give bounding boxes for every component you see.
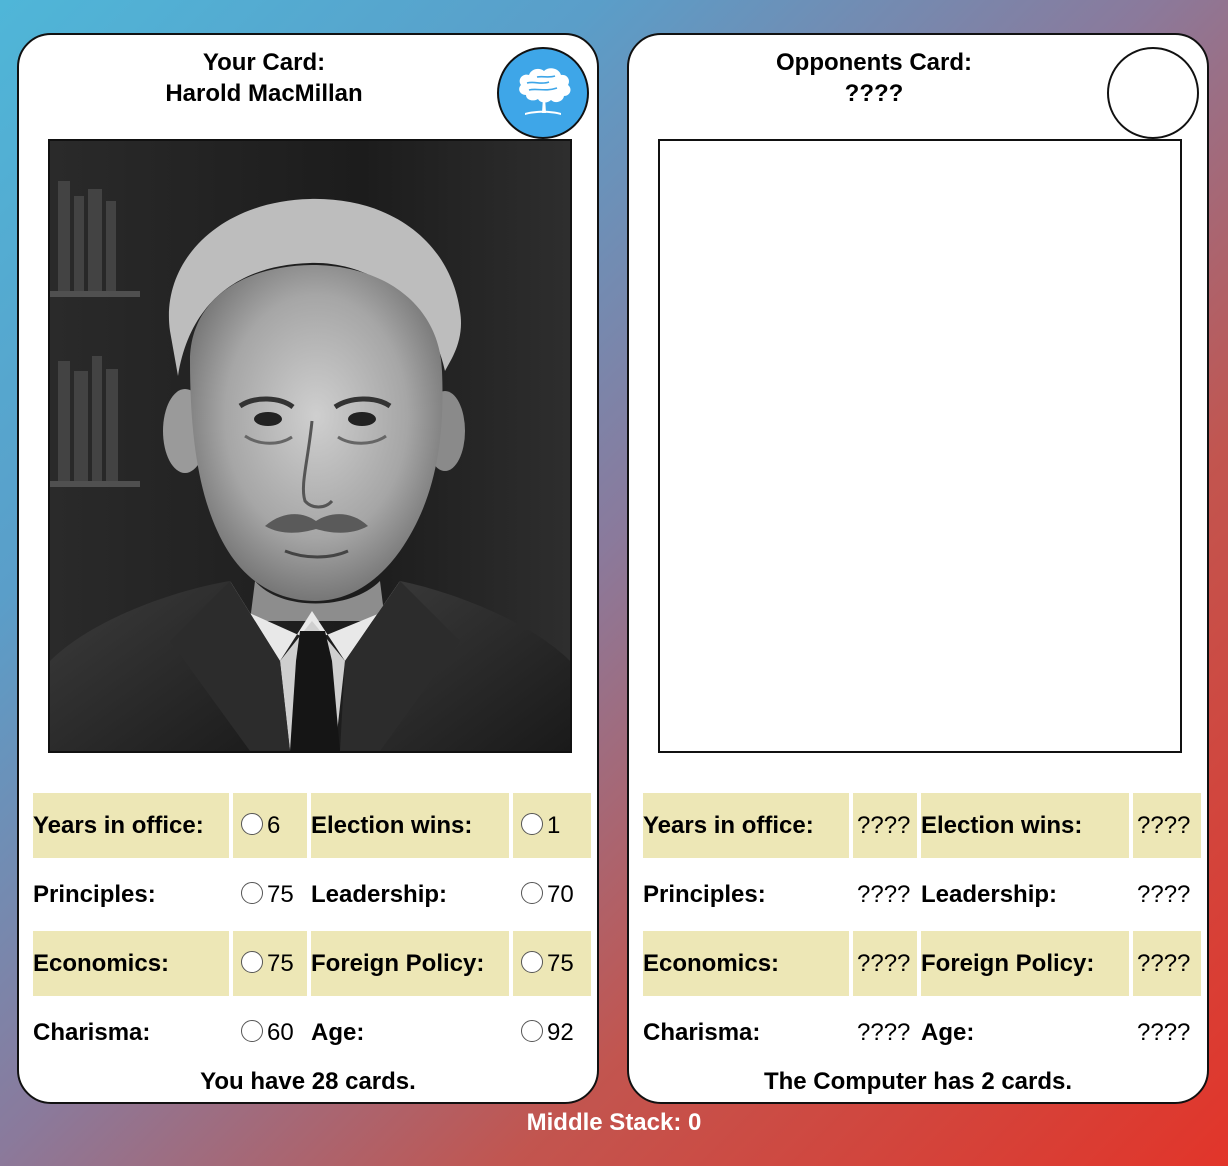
stat-value: ????: [1137, 880, 1191, 908]
opponent-stats-table: Years in office: ???? Election wins: ???…: [639, 789, 1205, 1069]
radio-button[interactable]: [521, 812, 543, 835]
stat-value: 75: [267, 880, 294, 908]
stat-value: ????: [853, 931, 917, 996]
stat-option-age[interactable]: 92: [513, 1000, 591, 1065]
middle-stack-count: Middle Stack: 0: [526, 1109, 702, 1136]
stat-value: ????: [857, 1018, 911, 1046]
radio-button[interactable]: [521, 1019, 543, 1042]
stat-label: Economics:: [33, 931, 229, 996]
stat-value: ????: [1133, 793, 1201, 858]
stat-row: Charisma: ???? Age: ????: [643, 1000, 1201, 1065]
player-card-name: Harold MacMillan: [165, 80, 363, 107]
stat-value: ????: [857, 880, 911, 908]
stat-option-economics[interactable]: 75: [233, 931, 307, 996]
stat-value: ????: [1133, 931, 1201, 996]
stat-option-foreign-policy[interactable]: 75: [513, 931, 591, 996]
opponent-card-title: Opponents Card: ????: [629, 47, 1119, 109]
stat-row: Years in office: ???? Election wins: ???…: [643, 793, 1201, 858]
stat-label: Leadership:: [311, 880, 448, 908]
stat-label: Years in office:: [33, 793, 229, 858]
player-card-heading: Your Card:: [202, 49, 326, 76]
stat-value: 70: [547, 880, 574, 908]
player-card: Your Card: Harold MacMillan Years in off…: [17, 33, 599, 1104]
radio-button[interactable]: [241, 950, 263, 973]
stat-option-leadership[interactable]: 70: [513, 862, 591, 927]
stat-label: Election wins:: [921, 793, 1129, 858]
stat-row: Principles: 75 Leadership: 70: [33, 862, 591, 927]
stat-label: Years in office:: [643, 793, 849, 858]
radio-button[interactable]: [521, 881, 543, 904]
player-card-title: Your Card: Harold MacMillan: [19, 47, 509, 109]
stat-option-election-wins[interactable]: 1: [513, 793, 591, 858]
opponent-party-badge: [1107, 47, 1199, 139]
stat-value: 92: [547, 1018, 574, 1046]
player-stats-table: Years in office: 6 Election wins: 1 Prin…: [29, 789, 595, 1069]
stat-value: 60: [267, 1018, 294, 1046]
stat-label: Charisma:: [643, 1018, 761, 1046]
stat-row: Economics: ???? Foreign Policy: ????: [643, 931, 1201, 996]
opponent-card: Opponents Card: ???? Years in office: ??…: [627, 33, 1209, 1104]
radio-button[interactable]: [241, 881, 263, 904]
stat-row: Charisma: 60 Age: 92: [33, 1000, 591, 1065]
stat-label: Age:: [311, 1018, 365, 1046]
stat-label: Age:: [921, 1018, 975, 1046]
radio-button[interactable]: [241, 812, 263, 835]
player-portrait: [48, 139, 572, 753]
stat-label: Charisma:: [33, 1018, 151, 1046]
stat-value: 75: [267, 949, 294, 977]
opponent-card-count: The Computer has 2 cards.: [763, 1068, 1073, 1095]
stat-value: ????: [853, 793, 917, 858]
stat-value: ????: [1137, 1018, 1191, 1046]
stat-label: Foreign Policy:: [921, 931, 1129, 996]
portrait-image: [50, 141, 570, 751]
stat-option-principles[interactable]: 75: [233, 862, 307, 927]
stat-label: Leadership:: [921, 880, 1058, 908]
stat-option-charisma[interactable]: 60: [233, 1000, 307, 1065]
stat-row: Principles: ???? Leadership: ????: [643, 862, 1201, 927]
stat-row: Economics: 75 Foreign Policy: 75: [33, 931, 591, 996]
radio-button[interactable]: [241, 1019, 263, 1042]
opponent-portrait: [658, 139, 1182, 753]
opponent-card-name: ????: [844, 80, 904, 107]
stat-value: 1: [547, 811, 561, 839]
stat-label: Principles:: [643, 880, 766, 908]
stat-label: Principles:: [33, 880, 156, 908]
stat-label: Election wins:: [311, 793, 509, 858]
opponent-card-heading: Opponents Card:: [776, 49, 972, 76]
oak-tree-icon: [497, 47, 589, 139]
stat-value: 75: [547, 949, 574, 977]
player-card-count: You have 28 cards.: [200, 1068, 416, 1095]
radio-button[interactable]: [521, 950, 543, 973]
stat-label: Foreign Policy:: [311, 931, 509, 996]
stat-row: Years in office: 6 Election wins: 1: [33, 793, 591, 858]
stat-label: Economics:: [643, 931, 849, 996]
stat-option-years-in-office[interactable]: 6: [233, 793, 307, 858]
stat-value: 6: [267, 811, 281, 839]
